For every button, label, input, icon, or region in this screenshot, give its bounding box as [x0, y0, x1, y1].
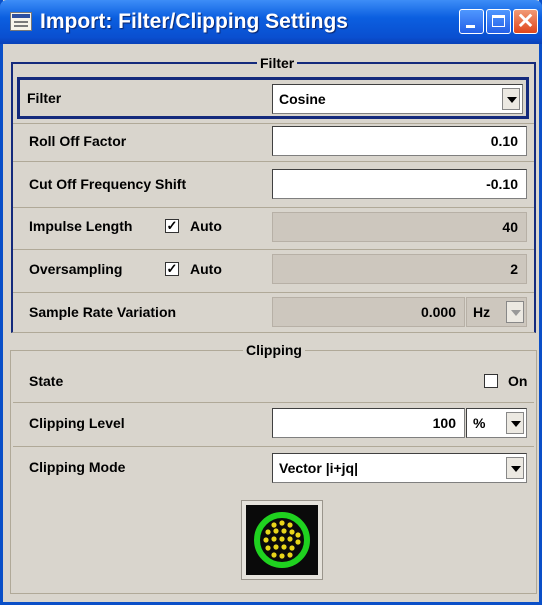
cut-off-label: Cut Off Frequency Shift	[29, 176, 187, 192]
sample-rate-label: Sample Rate Variation	[29, 304, 177, 320]
impulse-length-label: Impulse Length	[29, 218, 133, 234]
clipping-group-title: Clipping	[243, 342, 305, 358]
dialog-window: Import: Filter/Clipping Settings ✕ Filte…	[0, 0, 542, 605]
impulse-length-value: 40	[272, 212, 527, 242]
sample-rate-unit: Hz	[473, 304, 491, 320]
clipping-graphic	[241, 500, 323, 580]
divider	[13, 161, 534, 162]
chevron-down-icon[interactable]	[506, 457, 524, 479]
oversampling-label: Oversampling	[29, 261, 123, 277]
close-icon: ✕	[516, 10, 535, 33]
filter-group-title: Filter	[257, 55, 298, 71]
sample-rate-value: 0.000	[272, 297, 465, 327]
divider	[13, 292, 534, 293]
divider	[13, 402, 534, 403]
filter-label: Filter	[27, 90, 62, 106]
divider	[13, 123, 534, 124]
clipping-level-input[interactable]: 100	[272, 408, 465, 438]
impulse-auto-checkbox[interactable]: ✓	[165, 219, 179, 233]
filter-select-value: Cosine	[279, 91, 326, 107]
state-label: State	[29, 373, 64, 389]
clipping-mode-select[interactable]: Vector |i+jq|	[272, 453, 527, 483]
window-title: Import: Filter/Clipping Settings	[40, 10, 348, 33]
filter-select[interactable]: Cosine	[272, 84, 523, 114]
chevron-down-icon	[506, 301, 524, 323]
state-on-checkbox[interactable]	[484, 374, 498, 388]
maximize-icon	[492, 15, 505, 27]
roll-off-input[interactable]: 0.10	[272, 126, 527, 156]
cut-off-input[interactable]: -0.10	[272, 169, 527, 199]
clipping-level-unit-select[interactable]: %	[466, 408, 527, 438]
clipping-level-label: Clipping Level	[29, 415, 125, 431]
divider	[13, 249, 534, 250]
minimize-button[interactable]	[459, 9, 484, 34]
impulse-auto-label: Auto	[190, 218, 222, 234]
roll-off-label: Roll Off Factor	[29, 133, 127, 149]
state-on-label: On	[508, 373, 528, 389]
chevron-down-icon[interactable]	[502, 88, 520, 110]
sample-rate-unit-select: Hz	[466, 297, 527, 327]
oversampling-value: 2	[272, 254, 527, 284]
title-bar[interactable]: Import: Filter/Clipping Settings ✕	[0, 0, 542, 44]
chevron-down-icon[interactable]	[506, 412, 524, 434]
divider	[13, 207, 534, 208]
oversampling-auto-label: Auto	[190, 261, 222, 277]
close-button[interactable]: ✕	[513, 9, 538, 34]
oversampling-auto-checkbox[interactable]: ✓	[165, 262, 179, 276]
minimize-icon	[466, 25, 475, 28]
maximize-button[interactable]	[486, 9, 511, 34]
clipping-level-unit: %	[473, 415, 486, 431]
clipping-mode-value: Vector |i+jq|	[279, 460, 359, 476]
dialog-window-icon	[10, 12, 32, 31]
divider	[13, 446, 534, 447]
clipping-mode-label: Clipping Mode	[29, 459, 126, 475]
clipping-constellation-icon	[246, 505, 318, 575]
